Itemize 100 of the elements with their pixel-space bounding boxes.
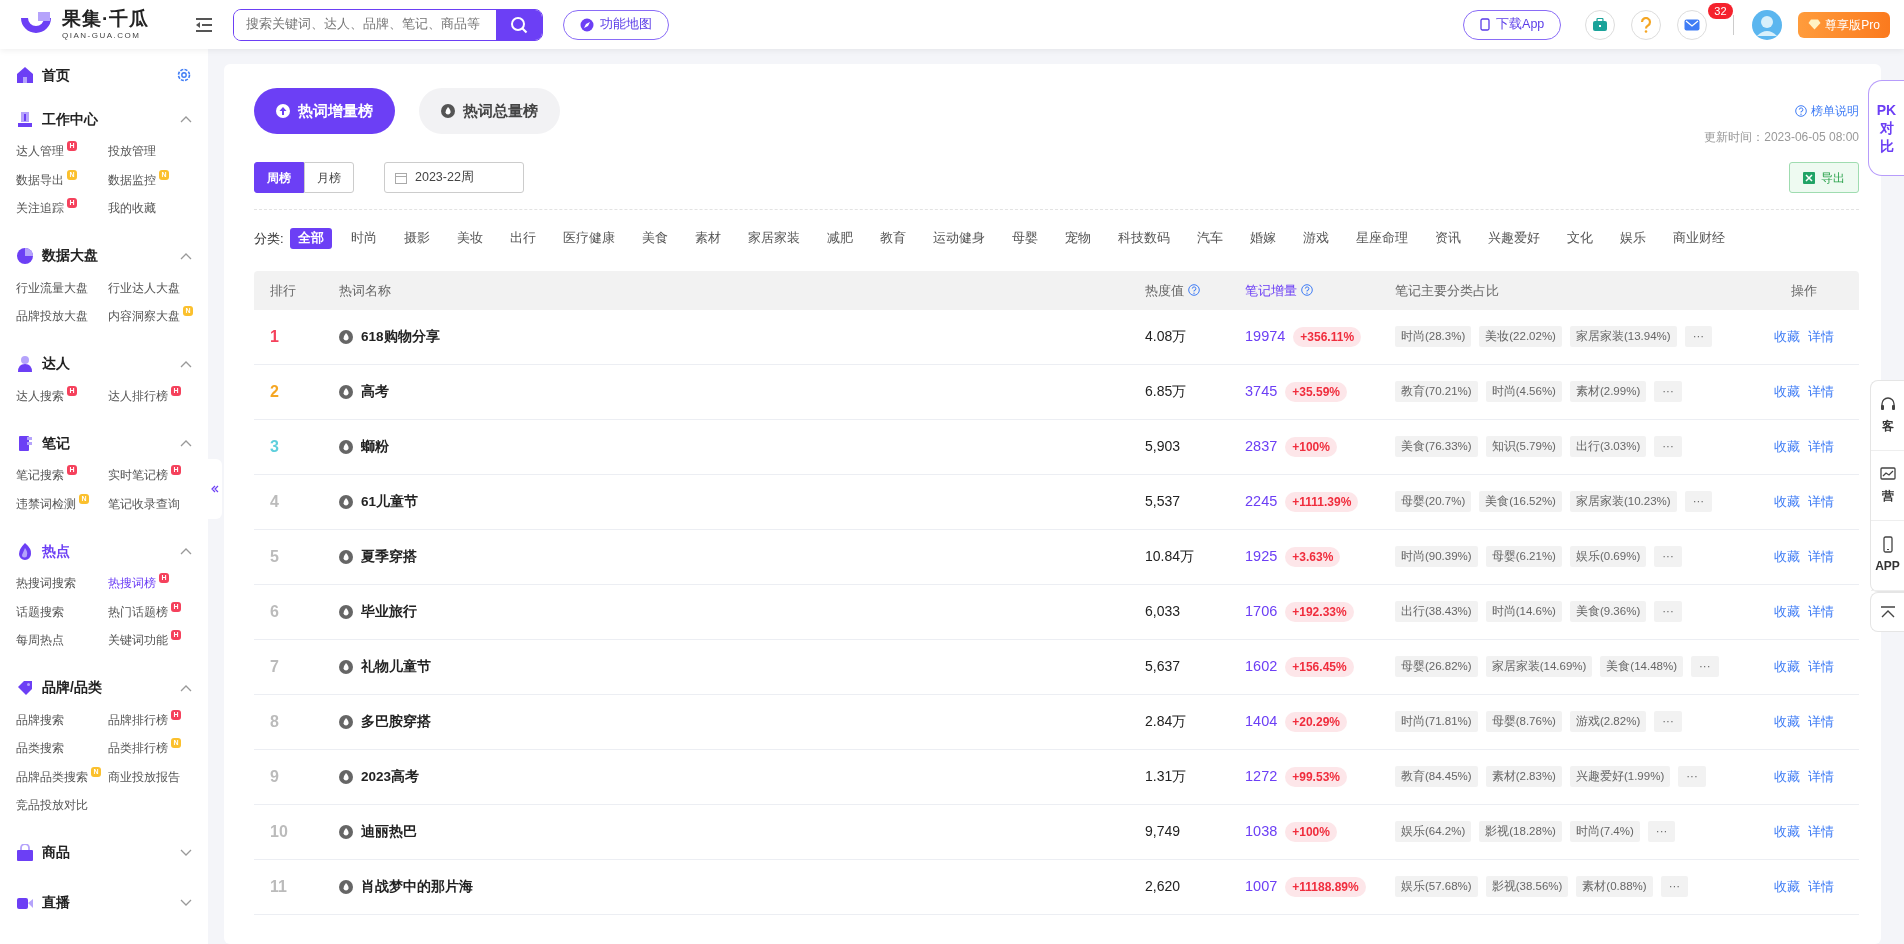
menu-item[interactable]: 品牌品类搜索: [16, 767, 88, 786]
category-tab[interactable]: 美妆: [448, 228, 491, 249]
category-tab[interactable]: 医疗健康: [554, 228, 623, 249]
download-app-button[interactable]: 下载App: [1463, 9, 1562, 40]
favorite-link[interactable]: 收藏: [1774, 877, 1800, 897]
section-title[interactable]: 热点: [42, 540, 70, 562]
more-button[interactable]: ···: [1684, 326, 1713, 348]
menu-item[interactable]: 实时笔记榜: [108, 466, 168, 484]
help-circle-icon[interactable]: [1188, 284, 1200, 297]
menu-item[interactable]: 品牌排行榜: [108, 710, 168, 729]
detail-link[interactable]: 详情: [1808, 382, 1834, 402]
menu-item[interactable]: 品类搜索: [16, 739, 64, 757]
detail-link[interactable]: 详情: [1808, 877, 1834, 897]
category-tab[interactable]: 婚嫁: [1241, 228, 1284, 249]
menu-item[interactable]: 违禁词检测: [16, 494, 76, 513]
favorite-link[interactable]: 收藏: [1774, 767, 1800, 787]
detail-link[interactable]: 详情: [1808, 822, 1834, 842]
section-title[interactable]: 笔记: [42, 432, 70, 454]
more-button[interactable]: ···: [1654, 711, 1682, 733]
message-button[interactable]: [1677, 9, 1708, 40]
period-tab[interactable]: 月榜: [304, 162, 354, 193]
category-tab[interactable]: 全部: [289, 228, 332, 249]
more-button[interactable]: ···: [1660, 876, 1689, 898]
side-tool-button[interactable]: 营: [1871, 451, 1904, 521]
category-tab[interactable]: 教育: [871, 228, 914, 249]
menu-item[interactable]: 数据监控: [108, 170, 156, 189]
menu-item[interactable]: 我的收藏: [108, 199, 156, 217]
side-tool-button[interactable]: APP: [1871, 521, 1904, 591]
favorite-link[interactable]: 收藏: [1774, 327, 1800, 347]
favorite-link[interactable]: 收藏: [1774, 492, 1800, 512]
favorite-link[interactable]: 收藏: [1774, 712, 1800, 732]
category-tab[interactable]: 科技数码: [1109, 228, 1178, 249]
menu-item[interactable]: 笔记搜索: [16, 466, 64, 484]
detail-link[interactable]: 详情: [1808, 767, 1834, 787]
menu-item[interactable]: 达人排行榜: [108, 386, 168, 405]
category-tab[interactable]: 美食: [633, 228, 676, 249]
date-field[interactable]: 2023-22周: [384, 162, 524, 193]
menu-item[interactable]: 品牌搜索: [16, 710, 64, 729]
chevron-up-icon[interactable]: [180, 439, 192, 447]
category-tab[interactable]: 兴趣爱好: [1479, 228, 1548, 249]
menu-item[interactable]: 关注追踪: [16, 199, 64, 217]
section-title[interactable]: 数据大盘: [42, 245, 98, 266]
category-tab[interactable]: 文化: [1558, 228, 1601, 249]
back-to-top-button[interactable]: [1870, 592, 1904, 632]
pk-compare-tab[interactable]: PK 对比: [1868, 80, 1904, 176]
category-tab[interactable]: 汽车: [1188, 228, 1231, 249]
menu-item[interactable]: 竞品投放对比: [16, 796, 88, 814]
briefcase-button[interactable]: [1585, 9, 1616, 40]
category-tab[interactable]: 娱乐: [1611, 228, 1654, 249]
menu-item[interactable]: 内容洞察大盘: [108, 307, 180, 325]
section-title[interactable]: 品牌/品类: [42, 677, 102, 698]
avatar-icon[interactable]: [1752, 9, 1783, 40]
more-button[interactable]: ···: [1678, 766, 1706, 788]
more-button[interactable]: ···: [1654, 546, 1682, 568]
favorite-link[interactable]: 收藏: [1774, 602, 1800, 622]
category-tab[interactable]: 素材: [686, 228, 729, 249]
menu-item[interactable]: 热搜词搜索: [16, 574, 76, 592]
menu-item[interactable]: 笔记收录查询: [108, 494, 180, 513]
chevron-up-icon[interactable]: [180, 683, 192, 692]
detail-link[interactable]: 详情: [1808, 547, 1834, 567]
category-tab[interactable]: 资讯: [1426, 228, 1469, 249]
favorite-link[interactable]: 收藏: [1774, 437, 1800, 457]
chevron-down-icon[interactable]: [180, 898, 192, 907]
menu-item[interactable]: 每周热点: [16, 631, 64, 649]
favorite-link[interactable]: 收藏: [1774, 822, 1800, 842]
side-tool-button[interactable]: 客: [1871, 381, 1904, 451]
menu-item[interactable]: 品类排行榜: [108, 739, 168, 757]
chevron-up-icon[interactable]: [180, 251, 192, 260]
menu-item[interactable]: 热搜词榜: [108, 574, 156, 592]
search-button[interactable]: [496, 9, 543, 40]
search-field[interactable]: 搜索关键词、达人、品牌、笔记、商品等: [233, 8, 544, 41]
column-header[interactable]: 笔记增量: [1245, 280, 1297, 300]
category-tab[interactable]: 宠物: [1056, 228, 1099, 249]
favorite-link[interactable]: 收藏: [1774, 382, 1800, 402]
category-tab[interactable]: 减肥: [818, 228, 861, 249]
category-tab[interactable]: 商业财经: [1664, 228, 1733, 249]
category-tab[interactable]: 时尚: [342, 228, 385, 249]
chevron-down-icon[interactable]: [180, 848, 192, 857]
help-button[interactable]: [1631, 9, 1662, 40]
more-button[interactable]: ···: [1654, 381, 1682, 403]
category-tab[interactable]: 游戏: [1294, 228, 1337, 249]
section-title[interactable]: 达人: [42, 353, 70, 374]
menu-item[interactable]: 关键词功能: [108, 631, 168, 649]
settings-icon[interactable]: [176, 67, 192, 83]
detail-link[interactable]: 详情: [1808, 602, 1834, 622]
section-title[interactable]: 工作中心: [42, 108, 98, 130]
category-tab[interactable]: 星座命理: [1347, 228, 1416, 249]
menu-icon[interactable]: [195, 16, 214, 33]
section-title[interactable]: 商品: [42, 842, 70, 863]
category-tab[interactable]: 家居家装: [739, 228, 808, 249]
section-title[interactable]: 直播: [42, 892, 70, 913]
more-button[interactable]: ···: [1654, 436, 1682, 458]
category-tab[interactable]: 摄影: [395, 228, 438, 249]
period-tab[interactable]: 周榜: [254, 162, 304, 193]
more-button[interactable]: ···: [1654, 601, 1682, 623]
map-button[interactable]: 功能地图: [563, 9, 670, 40]
detail-link[interactable]: 详情: [1808, 657, 1834, 677]
help-circle-icon[interactable]: [1301, 284, 1313, 297]
menu-item[interactable]: 达人管理: [16, 142, 64, 160]
more-button[interactable]: ···: [1647, 821, 1676, 843]
